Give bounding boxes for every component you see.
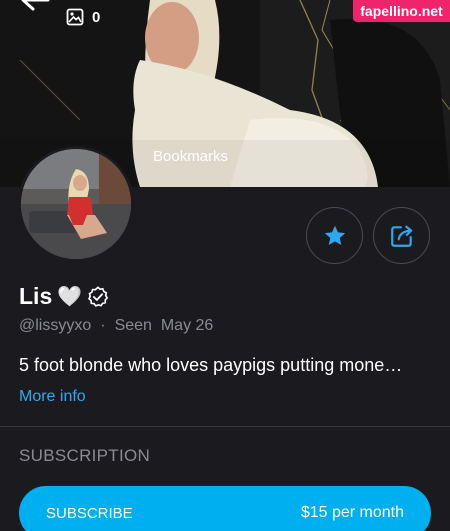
back-arrow-icon [21,0,50,11]
subscribe-label: SUBSCRIBE [46,504,133,522]
image-icon [66,8,84,26]
star-icon [324,225,345,245]
media-count: 0 [66,8,100,26]
subscribe-button[interactable]: SUBSCRIBE $15 per month [19,486,431,531]
handle-row: @lissyyxo · Seen May 26 [19,317,213,335]
avatar[interactable] [18,146,134,262]
share-button[interactable] [373,207,430,264]
watermark: fapellino.net [353,0,450,22]
heart-emoji: 🤍 [57,286,83,308]
divider [0,426,450,427]
cover-label: Bookmarks [153,148,229,165]
profile-name-row: Lis 🤍 [19,283,109,310]
profile-name: Lis [19,283,53,309]
back-button[interactable] [18,0,52,20]
last-seen: Seen May 26 [114,317,214,334]
verified-icon [88,285,109,307]
subscription-section-title: SUBSCRIPTION [19,446,151,465]
subscribe-price: $15 per month [300,504,404,521]
more-info-link[interactable]: More info [19,388,86,406]
profile-bio: 5 foot blonde who loves paypigs putting … [19,355,403,375]
add-to-favorites-button[interactable] [306,207,363,264]
avatar-image [21,149,131,259]
share-icon [390,225,412,247]
watermark-text: fapellino.net [360,3,443,19]
profile-handle: @lissyyxo [19,317,92,334]
media-count-value: 0 [92,8,101,26]
separator-dot: · [100,317,106,334]
